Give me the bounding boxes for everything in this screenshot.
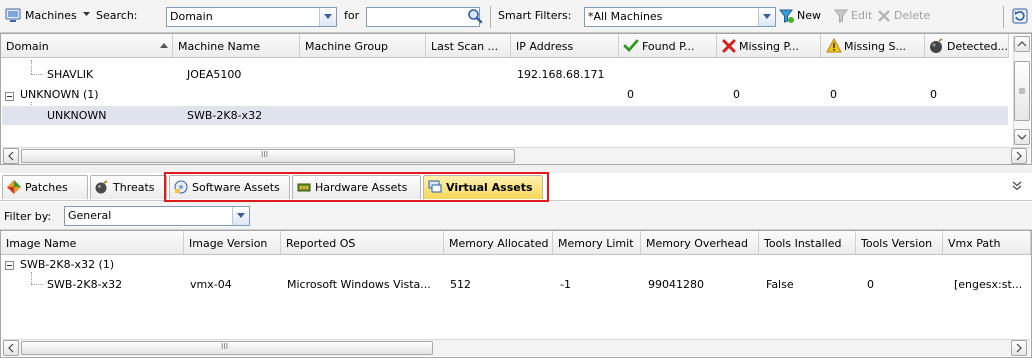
table-row-tools-installed[interactable]: False <box>766 278 794 291</box>
table-row-image-name[interactable]: SWB-2K8-x32 <box>47 278 122 291</box>
tree-line <box>31 272 32 284</box>
column-header-image-name[interactable]: Image Name <box>1 231 184 255</box>
column-header-machine-group[interactable]: Machine Group <box>300 34 426 58</box>
search-field-select[interactable]: Domain <box>166 7 337 27</box>
column-header-vmx-path[interactable]: Vmx Path <box>943 231 1031 255</box>
table-row-machine-name[interactable]: JOEA5100 <box>187 68 241 81</box>
horizontal-scrollbar[interactable]: III <box>2 147 1030 164</box>
delete-button: Delete <box>894 9 931 22</box>
smart-filters-value: *All Machines <box>588 10 663 23</box>
filter-value: General <box>68 209 112 222</box>
machines-menu[interactable]: Machines <box>25 9 77 22</box>
red-x-icon <box>721 38 737 54</box>
tree-line <box>31 74 43 75</box>
collapse-panel-icon[interactable] <box>1012 181 1022 191</box>
column-header-image-version[interactable]: Image Version <box>184 231 281 255</box>
machines-grid: Domain Machine Name Machine Group Last S… <box>0 33 1032 165</box>
column-header-missing-sp[interactable]: Missing S... <box>821 34 925 58</box>
chevron-down-icon[interactable] <box>758 8 775 26</box>
chevron-down-icon[interactable] <box>232 207 249 225</box>
group-row-missing-sp: 0 <box>830 88 837 101</box>
column-header-found-patches[interactable]: Found P... <box>619 34 717 58</box>
group-row-detected: 0 <box>930 88 937 101</box>
edit-filter-icon <box>834 8 850 24</box>
new-button[interactable]: New <box>797 9 821 22</box>
search-label: Search: <box>96 9 138 22</box>
collapse-icon[interactable] <box>5 261 14 270</box>
scroll-right-button[interactable] <box>1011 340 1027 356</box>
chevron-down-icon[interactable] <box>319 8 336 26</box>
group-row-found: 0 <box>627 88 634 101</box>
table-row-tools-version[interactable]: 0 <box>867 278 874 291</box>
collapse-icon[interactable] <box>5 92 14 101</box>
table-row-machine-name[interactable]: SWB-2K8-x32 <box>187 109 262 122</box>
column-header-tools-version[interactable]: Tools Version <box>856 231 943 255</box>
table-row-reported-os[interactable]: Microsoft Windows Vista... <box>287 278 431 291</box>
delete-icon <box>876 8 892 24</box>
machines-dropdown-icon[interactable] <box>83 12 90 17</box>
column-header-domain[interactable]: Domain <box>1 34 173 58</box>
column-header-last-scan[interactable]: Last Scan ... <box>426 34 511 58</box>
patches-diamond-icon <box>7 180 21 194</box>
column-header-memory-allocated[interactable]: Memory Allocated <box>444 231 553 255</box>
scroll-thumb[interactable]: III <box>21 341 433 355</box>
vertical-scrollbar[interactable] <box>1013 35 1030 147</box>
search-field-value: Domain <box>170 10 213 23</box>
table-row-vmx-path[interactable]: [engesx:st... <box>954 278 1022 291</box>
smart-filters-label: Smart Filters: <box>498 9 572 22</box>
group-row-domain[interactable]: UNKNOWN (1) <box>20 88 99 101</box>
scroll-up-button[interactable] <box>1014 36 1030 52</box>
column-header-detected[interactable]: Detected... <box>925 34 1009 58</box>
scroll-right-button[interactable] <box>1011 148 1027 164</box>
search-icon[interactable] <box>467 8 483 24</box>
table-row-memory-allocated[interactable]: 512 <box>450 278 471 291</box>
machines-icon[interactable] <box>5 8 21 24</box>
table-row-domain[interactable]: UNKNOWN <box>47 109 107 122</box>
group-row-missing-patches: 0 <box>733 88 740 101</box>
edit-button: Edit <box>851 9 873 22</box>
virtual-assets-grid: Image Name Image Version Reported OS Mem… <box>0 230 1032 358</box>
table-row-ip[interactable]: 192.168.68.171 <box>517 68 604 81</box>
scroll-down-button[interactable] <box>1014 129 1030 145</box>
tab-highlight-box <box>164 172 549 202</box>
main-toolbar: Machines Search: Domain for Smart Filter… <box>0 0 1032 33</box>
column-header-tools-installed[interactable]: Tools Installed <box>759 231 856 255</box>
search-input[interactable] <box>366 7 480 27</box>
selected-row-highlight[interactable] <box>2 106 1008 125</box>
column-header-missing-patches[interactable]: Missing P... <box>717 34 821 58</box>
checkmark-icon <box>623 38 639 54</box>
column-header-memory-limit[interactable]: Memory Limit <box>553 231 641 255</box>
smart-filters-select[interactable]: *All Machines <box>584 7 776 27</box>
group-row-label[interactable]: SWB-2K8-x32 (1) <box>20 258 114 271</box>
table-row-memory-limit[interactable]: -1 <box>560 278 571 291</box>
filter-bar: Filter by: General <box>0 202 1032 230</box>
tab-threats[interactable]: Threats <box>90 175 167 199</box>
scroll-left-button[interactable] <box>3 340 19 356</box>
column-header-machine-name[interactable]: Machine Name <box>173 34 300 58</box>
filter-by-label: Filter by: <box>4 210 52 223</box>
refresh-icon[interactable] <box>1012 8 1028 24</box>
scroll-thumb[interactable] <box>1014 61 1030 121</box>
tab-patches[interactable]: Patches <box>2 175 88 199</box>
column-header-memory-overhead[interactable]: Memory Overhead <box>641 231 759 255</box>
tree-line <box>31 60 32 74</box>
threats-icon <box>95 180 109 194</box>
scroll-thumb[interactable]: III <box>21 149 515 163</box>
new-filter-icon[interactable] <box>779 8 795 24</box>
toolbar-separator <box>490 6 491 28</box>
table-row-domain[interactable]: SHAVLIK <box>47 68 93 81</box>
warning-icon <box>826 38 842 54</box>
toolbar-separator <box>1003 6 1004 28</box>
tree-line <box>31 284 43 285</box>
table-row-image-version[interactable]: vmx-04 <box>190 278 232 291</box>
sort-ascending-icon <box>160 43 168 48</box>
scroll-left-button[interactable] <box>3 148 19 164</box>
filter-select[interactable]: General <box>64 206 250 226</box>
table-row-memory-overhead[interactable]: 99041280 <box>648 278 704 291</box>
horizontal-scrollbar[interactable]: III <box>2 339 1030 356</box>
column-header-ip-address[interactable]: IP Address <box>511 34 619 58</box>
column-header-reported-os[interactable]: Reported OS <box>281 231 444 255</box>
threat-bomb-icon <box>929 38 945 54</box>
for-label: for <box>344 9 360 22</box>
